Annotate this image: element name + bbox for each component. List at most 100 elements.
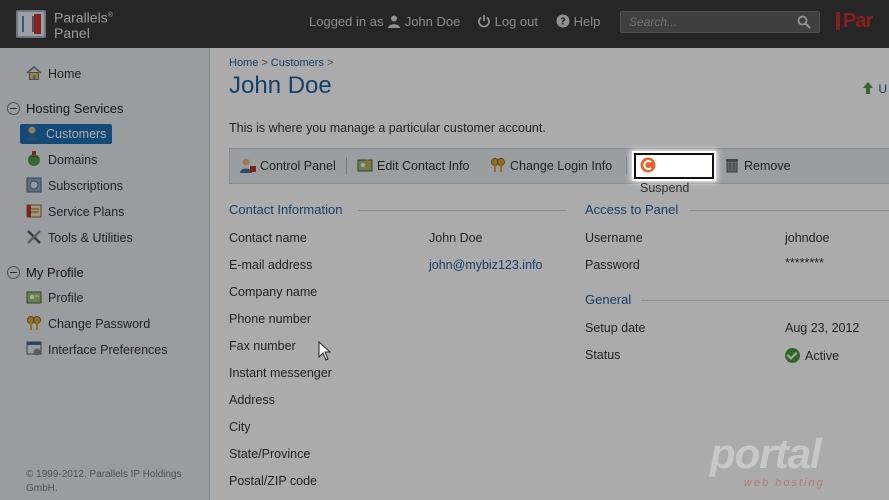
page-description: This is where you manage a particular cu… [229,121,546,135]
username-value: johndoe [785,231,830,245]
user-icon [388,15,401,28]
setup-date-value: Aug 23, 2012 [785,321,860,335]
section-divider [358,210,566,211]
field-label: Contact name [229,231,307,245]
collapse-icon[interactable] [7,102,20,115]
profile-icon [26,291,42,304]
breadcrumb-separator: > [326,57,334,69]
svg-text:?: ? [560,17,566,28]
watermark-subtitle: web hosting [744,477,825,489]
field-label: Phone number [229,312,312,326]
field-label: Company name [229,285,318,299]
password-label: Password [585,258,640,272]
tools-icon [27,230,41,244]
email-link[interactable]: john@mybiz123.info [429,258,542,272]
parallels-brand-fragment: Par [836,10,873,33]
status-label: Status [585,348,621,362]
trash-icon [726,159,738,173]
section-divider [641,300,889,301]
preferences-icon [26,341,42,356]
user-name-link[interactable]: John Doe [405,14,461,29]
update-link[interactable]: U [861,81,887,96]
logout-label: Log out [494,14,538,29]
general-section-title: General [585,292,632,307]
field-label: State/Province [229,447,311,461]
logo-reg: ® [107,12,113,19]
sidebar-section-profile[interactable]: My Profile [7,263,84,283]
search-icon[interactable] [797,15,811,29]
edit-contact-info-button[interactable]: Edit Contact Info [357,157,469,175]
logo-line1: Parallels [54,9,108,26]
sidebar-item-customers[interactable]: Customers [20,124,113,144]
power-icon [478,15,490,28]
breadcrumb-home[interactable]: Home [229,57,258,69]
edit-contact-icon [357,159,373,172]
action-toolbar: Control Panel Edit Contact Info Change L… [229,148,889,184]
parallels-logo-icon [16,10,46,38]
field-label: City [229,420,251,434]
sidebar-item-home[interactable]: Home [26,64,81,84]
logo-line2: Panel [54,24,90,41]
change-login-info-button[interactable]: Change Login Info [490,157,612,175]
key-icon [27,316,41,330]
field-label: Instant messenger [229,366,332,380]
service-plan-icon [26,204,42,218]
field-label: Fax number [229,339,296,353]
help-button[interactable]: ? Help [556,14,600,29]
home-icon [26,65,42,80]
access-section-title: Access to Panel [585,202,679,217]
subscription-icon [26,177,42,193]
password-value: ******** [785,256,824,270]
control-panel-icon [240,158,256,173]
collapse-icon[interactable] [7,266,20,279]
contact-name-value: John Doe [429,231,483,245]
key-icon [491,158,505,172]
search-input[interactable] [621,12,791,32]
top-header: Parallels® Panel Logged in as John Doe L… [0,0,889,48]
remove-button[interactable]: Remove [724,157,791,175]
sidebar-item-domains[interactable]: Domains [26,150,97,170]
parallels-bars-icon [836,12,840,30]
search-box[interactable] [620,11,820,33]
breadcrumb-separator: > [261,57,268,69]
breadcrumb-customers[interactable]: Customers [271,57,324,69]
setup-date-label: Setup date [585,321,646,335]
parallels-logo[interactable]: Parallels® Panel [16,8,116,40]
sidebar-item-subscriptions[interactable]: Subscriptions [26,176,123,196]
sidebar-item-profile[interactable]: Profile [26,288,83,308]
brand-fragment-text: Par [843,10,873,32]
sidebar-item-change-password[interactable]: Change Password [26,314,150,334]
suspend-highlight: Suspend [630,151,714,195]
active-check-icon [785,348,800,363]
contact-section-title: Contact Information [229,202,343,217]
help-icon: ? [556,14,570,28]
sidebar-item-interface-preferences[interactable]: Interface Preferences [26,340,168,360]
suspend-icon [640,157,656,173]
logged-in-label: Logged in as [309,14,384,29]
sidebar-item-tools[interactable]: Tools & Utilities [26,228,133,248]
logged-in-info: Logged in as John Doe [309,14,460,29]
section-divider [689,210,889,211]
sidebar: Home Hosting Services Customers Domains … [0,48,210,500]
watermark-logo: portal [710,430,822,477]
status-value: Active [785,348,839,363]
suspend-button[interactable]: Suspend [634,153,714,195]
field-label: E-mail address [229,258,313,272]
upload-icon [863,82,873,94]
toolbar-separator [346,157,347,175]
field-label: Postal/ZIP code [229,474,318,488]
help-label: Help [573,14,601,29]
control-panel-button[interactable]: Control Panel [240,157,336,175]
copyright: © 1999-2012. Parallels IP Holdings GmbH. [26,469,182,494]
sidebar-item-service-plans[interactable]: Service Plans [26,202,124,222]
logout-button[interactable]: Log out [477,14,538,29]
domain-icon [28,151,40,166]
page-title: John Doe [229,72,332,99]
username-label: Username [585,231,643,245]
toolbar-separator [626,157,627,175]
sidebar-section-hosting[interactable]: Hosting Services [7,99,124,119]
field-label: Address [229,393,275,407]
mouse-cursor-icon [318,341,332,361]
breadcrumb: Home > Customers > [229,57,336,69]
customer-icon [26,126,38,141]
